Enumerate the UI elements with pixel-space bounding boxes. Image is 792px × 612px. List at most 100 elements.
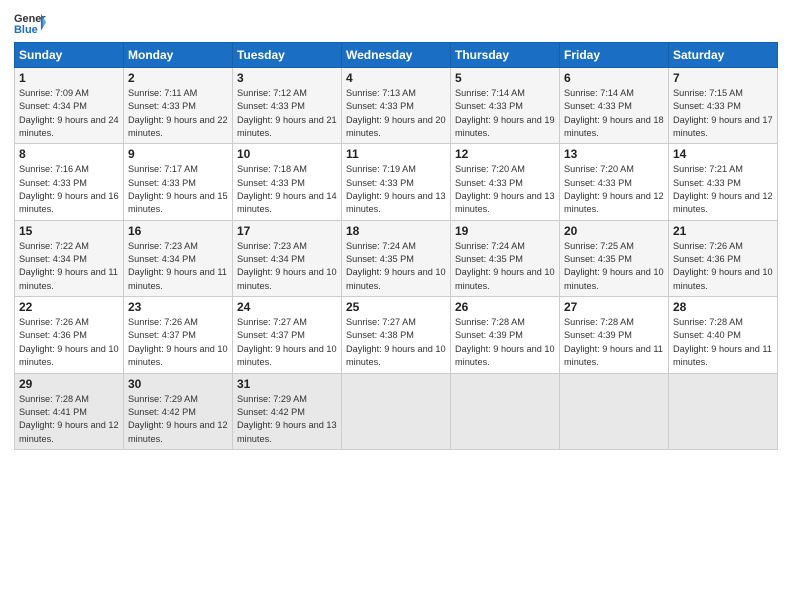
day-info: Sunrise: 7:23 AM Sunset: 4:34 PM Dayligh…: [128, 240, 228, 293]
day-info: Sunrise: 7:21 AM Sunset: 4:33 PM Dayligh…: [673, 163, 773, 216]
day-number: 10: [237, 147, 337, 161]
weekday-header-friday: Friday: [560, 43, 669, 68]
day-info: Sunrise: 7:28 AM Sunset: 4:39 PM Dayligh…: [564, 316, 664, 369]
calendar-cell: 17 Sunrise: 7:23 AM Sunset: 4:34 PM Dayl…: [233, 220, 342, 296]
day-number: 22: [19, 300, 119, 314]
day-info: Sunrise: 7:26 AM Sunset: 4:36 PM Dayligh…: [673, 240, 773, 293]
day-info: Sunrise: 7:14 AM Sunset: 4:33 PM Dayligh…: [455, 87, 555, 140]
day-number: 20: [564, 224, 664, 238]
day-number: 8: [19, 147, 119, 161]
day-number: 7: [673, 71, 773, 85]
day-info: Sunrise: 7:22 AM Sunset: 4:34 PM Dayligh…: [19, 240, 119, 293]
weekday-header-tuesday: Tuesday: [233, 43, 342, 68]
day-info: Sunrise: 7:14 AM Sunset: 4:33 PM Dayligh…: [564, 87, 664, 140]
day-number: 12: [455, 147, 555, 161]
day-number: 6: [564, 71, 664, 85]
calendar-cell: 16 Sunrise: 7:23 AM Sunset: 4:34 PM Dayl…: [124, 220, 233, 296]
calendar-cell: 14 Sunrise: 7:21 AM Sunset: 4:33 PM Dayl…: [669, 144, 778, 220]
day-info: Sunrise: 7:23 AM Sunset: 4:34 PM Dayligh…: [237, 240, 337, 293]
day-number: 29: [19, 377, 119, 391]
day-number: 23: [128, 300, 228, 314]
day-info: Sunrise: 7:29 AM Sunset: 4:42 PM Dayligh…: [128, 393, 228, 446]
calendar-cell: 21 Sunrise: 7:26 AM Sunset: 4:36 PM Dayl…: [669, 220, 778, 296]
weekday-header-saturday: Saturday: [669, 43, 778, 68]
day-number: 15: [19, 224, 119, 238]
calendar-cell: 26 Sunrise: 7:28 AM Sunset: 4:39 PM Dayl…: [451, 297, 560, 373]
day-number: 4: [346, 71, 446, 85]
calendar-cell: 6 Sunrise: 7:14 AM Sunset: 4:33 PM Dayli…: [560, 68, 669, 144]
day-number: 26: [455, 300, 555, 314]
day-info: Sunrise: 7:24 AM Sunset: 4:35 PM Dayligh…: [455, 240, 555, 293]
calendar-cell: 3 Sunrise: 7:12 AM Sunset: 4:33 PM Dayli…: [233, 68, 342, 144]
weekday-header-sunday: Sunday: [15, 43, 124, 68]
calendar-cell: 20 Sunrise: 7:25 AM Sunset: 4:35 PM Dayl…: [560, 220, 669, 296]
day-number: 11: [346, 147, 446, 161]
day-info: Sunrise: 7:27 AM Sunset: 4:37 PM Dayligh…: [237, 316, 337, 369]
day-number: 1: [19, 71, 119, 85]
day-number: 24: [237, 300, 337, 314]
header: General Blue: [14, 10, 778, 36]
day-info: Sunrise: 7:20 AM Sunset: 4:33 PM Dayligh…: [455, 163, 555, 216]
day-number: 5: [455, 71, 555, 85]
page-container: General Blue SundayMondayTuesdayWednesda…: [0, 0, 792, 456]
day-info: Sunrise: 7:26 AM Sunset: 4:37 PM Dayligh…: [128, 316, 228, 369]
calendar-cell: [451, 373, 560, 449]
calendar-cell: 11 Sunrise: 7:19 AM Sunset: 4:33 PM Dayl…: [342, 144, 451, 220]
day-info: Sunrise: 7:15 AM Sunset: 4:33 PM Dayligh…: [673, 87, 773, 140]
weekday-header-wednesday: Wednesday: [342, 43, 451, 68]
calendar-cell: 1 Sunrise: 7:09 AM Sunset: 4:34 PM Dayli…: [15, 68, 124, 144]
day-info: Sunrise: 7:11 AM Sunset: 4:33 PM Dayligh…: [128, 87, 228, 140]
calendar-cell: 7 Sunrise: 7:15 AM Sunset: 4:33 PM Dayli…: [669, 68, 778, 144]
day-number: 17: [237, 224, 337, 238]
calendar-table: SundayMondayTuesdayWednesdayThursdayFrid…: [14, 42, 778, 450]
day-info: Sunrise: 7:20 AM Sunset: 4:33 PM Dayligh…: [564, 163, 664, 216]
day-info: Sunrise: 7:25 AM Sunset: 4:35 PM Dayligh…: [564, 240, 664, 293]
day-info: Sunrise: 7:28 AM Sunset: 4:41 PM Dayligh…: [19, 393, 119, 446]
calendar-cell: 9 Sunrise: 7:17 AM Sunset: 4:33 PM Dayli…: [124, 144, 233, 220]
calendar-cell: 12 Sunrise: 7:20 AM Sunset: 4:33 PM Dayl…: [451, 144, 560, 220]
calendar-cell: 18 Sunrise: 7:24 AM Sunset: 4:35 PM Dayl…: [342, 220, 451, 296]
logo: General Blue: [14, 10, 46, 36]
day-info: Sunrise: 7:18 AM Sunset: 4:33 PM Dayligh…: [237, 163, 337, 216]
calendar-cell: 27 Sunrise: 7:28 AM Sunset: 4:39 PM Dayl…: [560, 297, 669, 373]
calendar-cell: [560, 373, 669, 449]
logo-icon: General Blue: [14, 10, 46, 36]
day-number: 9: [128, 147, 228, 161]
day-info: Sunrise: 7:13 AM Sunset: 4:33 PM Dayligh…: [346, 87, 446, 140]
calendar-cell: 4 Sunrise: 7:13 AM Sunset: 4:33 PM Dayli…: [342, 68, 451, 144]
calendar-cell: 19 Sunrise: 7:24 AM Sunset: 4:35 PM Dayl…: [451, 220, 560, 296]
day-info: Sunrise: 7:29 AM Sunset: 4:42 PM Dayligh…: [237, 393, 337, 446]
svg-text:Blue: Blue: [14, 24, 38, 36]
calendar-cell: 10 Sunrise: 7:18 AM Sunset: 4:33 PM Dayl…: [233, 144, 342, 220]
calendar-cell: 13 Sunrise: 7:20 AM Sunset: 4:33 PM Dayl…: [560, 144, 669, 220]
day-info: Sunrise: 7:12 AM Sunset: 4:33 PM Dayligh…: [237, 87, 337, 140]
day-info: Sunrise: 7:09 AM Sunset: 4:34 PM Dayligh…: [19, 87, 119, 140]
calendar-cell: 2 Sunrise: 7:11 AM Sunset: 4:33 PM Dayli…: [124, 68, 233, 144]
day-number: 27: [564, 300, 664, 314]
day-info: Sunrise: 7:19 AM Sunset: 4:33 PM Dayligh…: [346, 163, 446, 216]
weekday-header-thursday: Thursday: [451, 43, 560, 68]
day-info: Sunrise: 7:27 AM Sunset: 4:38 PM Dayligh…: [346, 316, 446, 369]
calendar-cell: 30 Sunrise: 7:29 AM Sunset: 4:42 PM Dayl…: [124, 373, 233, 449]
day-number: 28: [673, 300, 773, 314]
day-number: 13: [564, 147, 664, 161]
day-number: 2: [128, 71, 228, 85]
day-info: Sunrise: 7:26 AM Sunset: 4:36 PM Dayligh…: [19, 316, 119, 369]
day-number: 31: [237, 377, 337, 391]
day-number: 18: [346, 224, 446, 238]
calendar-cell: 15 Sunrise: 7:22 AM Sunset: 4:34 PM Dayl…: [15, 220, 124, 296]
calendar-cell: 28 Sunrise: 7:28 AM Sunset: 4:40 PM Dayl…: [669, 297, 778, 373]
day-info: Sunrise: 7:24 AM Sunset: 4:35 PM Dayligh…: [346, 240, 446, 293]
calendar-cell: [342, 373, 451, 449]
day-info: Sunrise: 7:28 AM Sunset: 4:40 PM Dayligh…: [673, 316, 773, 369]
day-info: Sunrise: 7:16 AM Sunset: 4:33 PM Dayligh…: [19, 163, 119, 216]
day-number: 14: [673, 147, 773, 161]
calendar-cell: [669, 373, 778, 449]
day-number: 19: [455, 224, 555, 238]
day-number: 25: [346, 300, 446, 314]
calendar-cell: 29 Sunrise: 7:28 AM Sunset: 4:41 PM Dayl…: [15, 373, 124, 449]
day-number: 30: [128, 377, 228, 391]
day-number: 16: [128, 224, 228, 238]
calendar-cell: 5 Sunrise: 7:14 AM Sunset: 4:33 PM Dayli…: [451, 68, 560, 144]
calendar-cell: 31 Sunrise: 7:29 AM Sunset: 4:42 PM Dayl…: [233, 373, 342, 449]
